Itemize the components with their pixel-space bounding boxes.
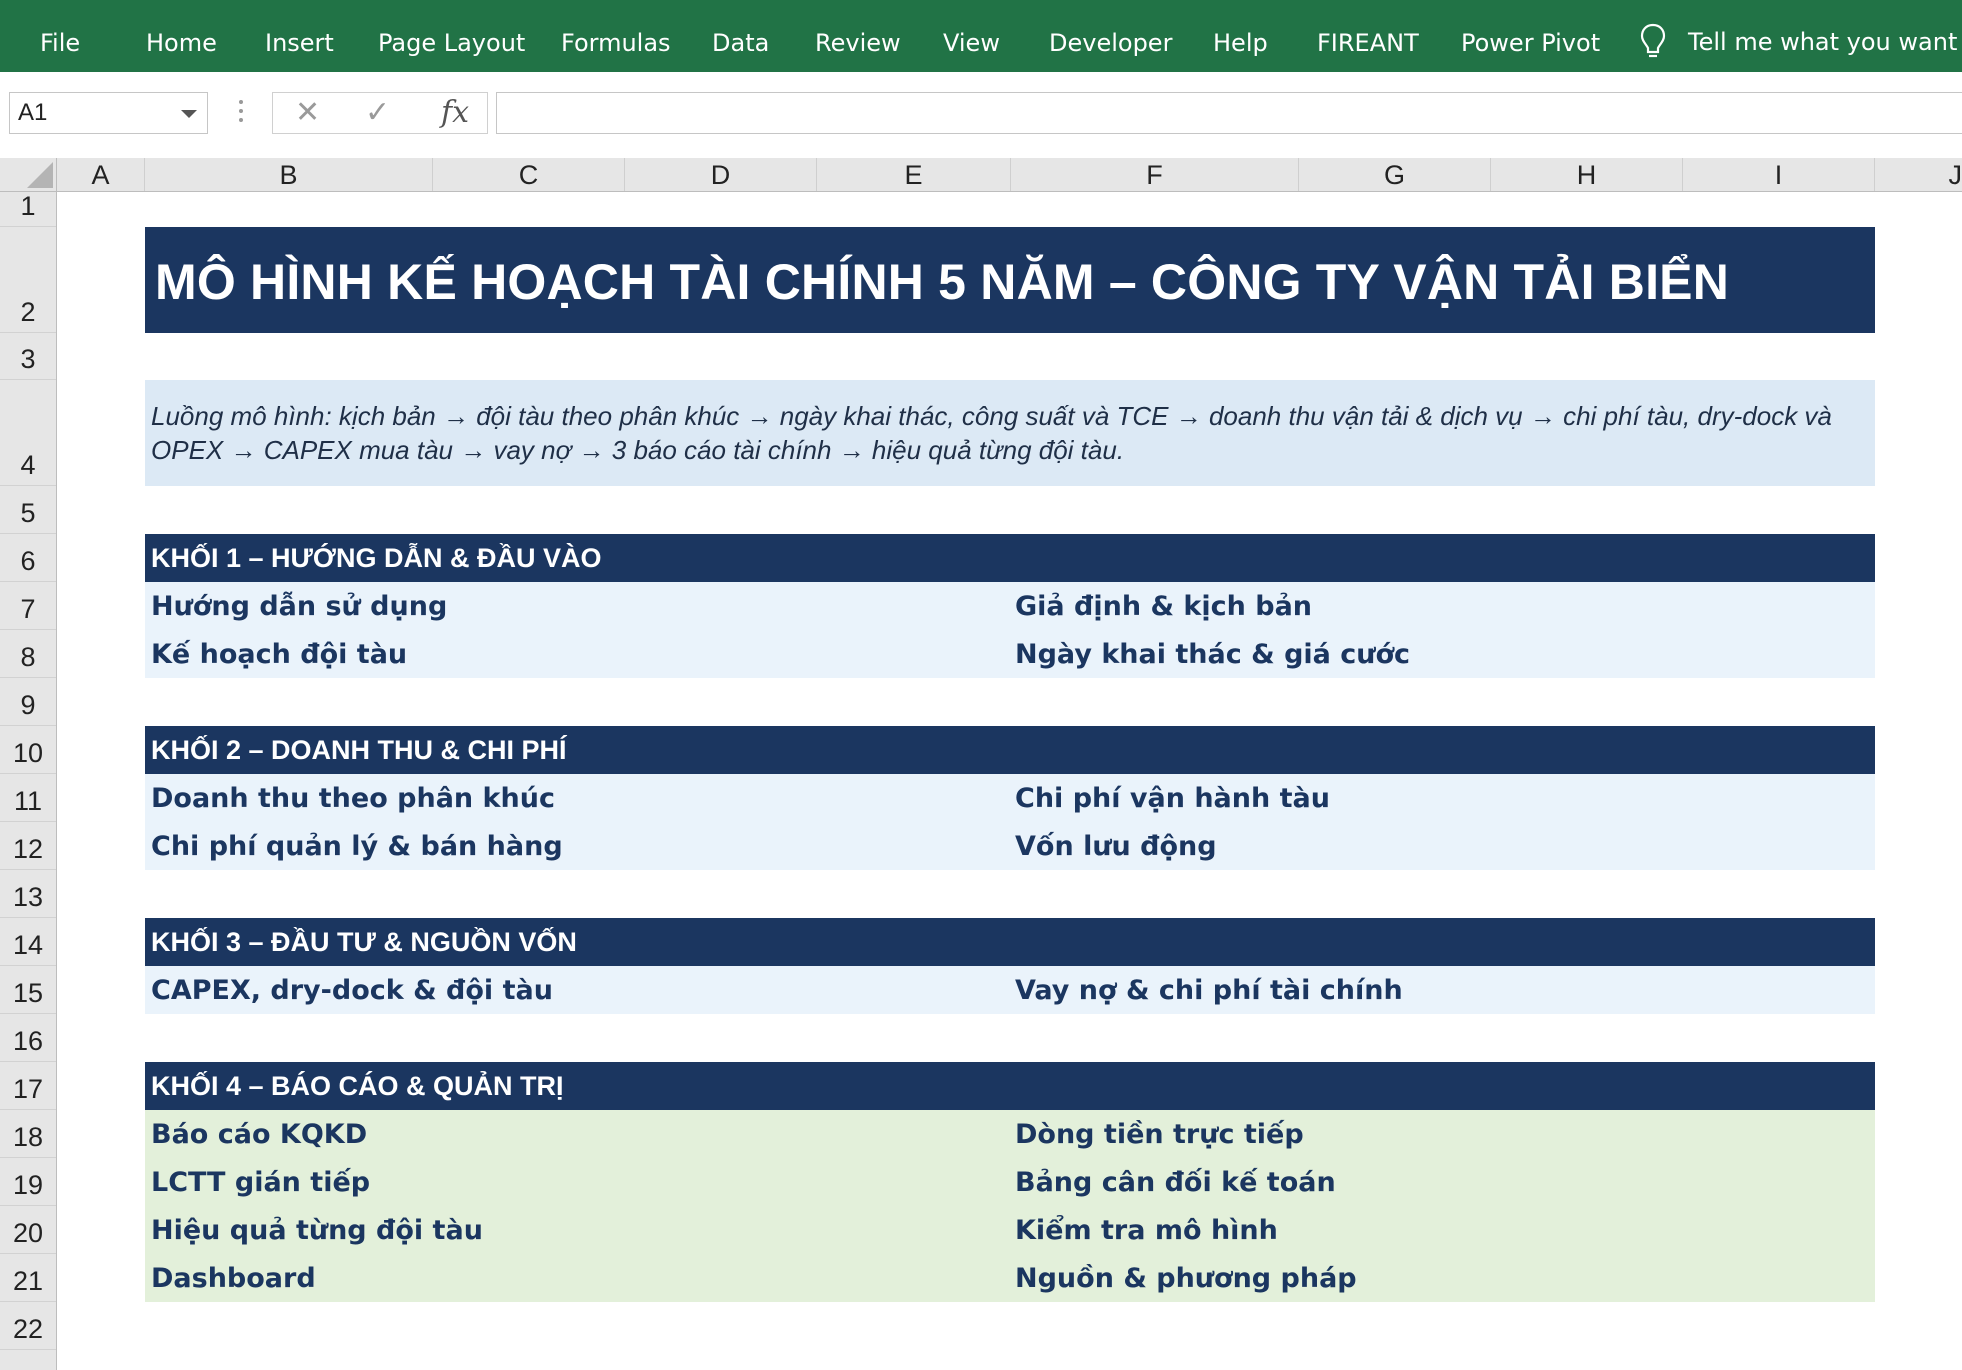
block-4-header[interactable]: KHỐI 4 – BÁO CÁO & QUẢN TRỊ [145,1062,1875,1110]
check-icon[interactable]: ✓ [365,95,390,130]
link-dashboard[interactable]: Dashboard [151,1263,316,1294]
column-header-bar: A B C D E F G H I J [0,158,1962,192]
link-dong-tien-truc-tiep[interactable]: Dòng tiền trực tiếp [1015,1119,1304,1150]
select-all-button[interactable] [0,158,57,191]
name-box-value: A1 [18,99,48,126]
row-header[interactable]: 9 [0,678,56,726]
sheet-title-banner[interactable]: MÔ HÌNH KẾ HOẠCH TÀI CHÍNH 5 NĂM – CÔNG … [145,227,1875,333]
column-header-j[interactable]: J [1875,158,1962,191]
row-header[interactable]: 16 [0,1014,56,1062]
lightbulb-icon [1640,23,1666,58]
drag-handle-icon[interactable] [238,100,244,126]
close-icon[interactable]: ✕ [295,95,320,130]
link-lctt-gian-tiep[interactable]: LCTT gián tiếp [151,1167,370,1198]
row-header[interactable]: 1 [0,191,56,227]
link-doanh-thu-phan-khuc[interactable]: Doanh thu theo phân khúc [151,783,555,814]
link-huong-dan-su-dung[interactable]: Hướng dẫn sử dụng [151,591,447,622]
select-all-icon [27,162,53,188]
column-header-e[interactable]: E [817,158,1011,191]
tab-file[interactable]: File [40,0,80,72]
tell-me-label: Tell me what you want to do [1688,28,1962,56]
row-header[interactable]: 20 [0,1206,56,1254]
row-header-bar: 1 2 3 4 5 6 7 8 9 10 11 12 13 14 15 16 1… [0,191,57,1370]
block-1-header[interactable]: KHỐI 1 – HƯỚNG DẪN & ĐẦU VÀO [145,534,1875,582]
name-box[interactable]: A1 [9,92,208,134]
row-header[interactable]: 14 [0,918,56,966]
formula-input[interactable] [496,92,1962,134]
link-ngay-khai-thac-gia-cuoc[interactable]: Ngày khai thác & giá cước [1015,639,1410,670]
block-2-header[interactable]: KHỐI 2 – DOANH THU & CHI PHÍ [145,726,1875,774]
link-nguon-phuong-phap[interactable]: Nguồn & phương pháp [1015,1263,1357,1294]
link-gia-dinh-kich-ban[interactable]: Giả định & kịch bản [1015,591,1312,622]
description-text: Luồng mô hình: kịch bản → đội tàu theo p… [151,401,1832,465]
block-2-body: Doanh thu theo phân khúc Chi phí vận hàn… [145,774,1875,870]
tab-review[interactable]: Review [815,0,901,72]
row-header[interactable]: 8 [0,630,56,678]
tab-home[interactable]: Home [146,0,217,72]
row-header[interactable]: 13 [0,870,56,918]
column-header-g[interactable]: G [1299,158,1491,191]
link-kiem-tra-mo-hinh[interactable]: Kiểm tra mô hình [1015,1215,1278,1246]
ribbon-tab-bar: File Home Insert Page Layout Formulas Da… [0,0,1962,72]
row-header[interactable]: 22 [0,1302,56,1350]
row-header[interactable]: 10 [0,726,56,774]
tab-data[interactable]: Data [712,0,769,72]
tab-power-pivot[interactable]: Power Pivot [1461,0,1600,72]
link-capex-dry-dock[interactable]: CAPEX, dry-dock & đội tàu [151,975,553,1006]
formula-bar-row: A1 ✕ ✓ fx [0,72,1962,158]
block-title: KHỐI 3 – ĐẦU TƯ & NGUỒN VỐN [151,927,577,957]
tell-me-search[interactable]: Tell me what you want to do [1640,22,1962,62]
block-title: KHỐI 4 – BÁO CÁO & QUẢN TRỊ [151,1071,564,1101]
block-title: KHỐI 1 – HƯỚNG DẪN & ĐẦU VÀO [151,543,602,573]
row-header[interactable]: 12 [0,822,56,870]
row-header[interactable]: 11 [0,774,56,822]
tab-formulas[interactable]: Formulas [561,0,671,72]
column-header-i[interactable]: I [1683,158,1875,191]
formula-buttons: ✕ ✓ fx [272,92,488,134]
row-header[interactable]: 2 [0,227,56,333]
row-header[interactable]: 21 [0,1254,56,1302]
column-header-c[interactable]: C [433,158,625,191]
row-header[interactable]: 19 [0,1158,56,1206]
block-4-body: Báo cáo KQKD Dòng tiền trực tiếp LCTT gi… [145,1110,1875,1302]
column-header-b[interactable]: B [145,158,433,191]
block-3-body: CAPEX, dry-dock & đội tàu Vay nợ & chi p… [145,966,1875,1014]
column-header-a[interactable]: A [57,158,145,191]
column-header-f[interactable]: F [1011,158,1299,191]
row-header[interactable]: 6 [0,534,56,582]
column-header-h[interactable]: H [1491,158,1683,191]
link-von-luu-dong[interactable]: Vốn lưu động [1015,831,1217,862]
tab-developer[interactable]: Developer [1049,0,1172,72]
tab-fireant[interactable]: FIREANT [1317,0,1419,72]
sheet-title: MÔ HÌNH KẾ HOẠCH TÀI CHÍNH 5 NĂM – CÔNG … [155,254,1730,310]
column-header-d[interactable]: D [625,158,817,191]
block-1-body: Hướng dẫn sử dụng Giả định & kịch bản Kế… [145,582,1875,678]
row-header[interactable]: 5 [0,486,56,534]
chevron-down-icon[interactable] [181,110,197,118]
row-header[interactable]: 17 [0,1062,56,1110]
link-ke-hoach-doi-tau[interactable]: Kế hoạch đội tàu [151,639,407,670]
link-hieu-qua-doi-tau[interactable]: Hiệu quả từng đội tàu [151,1215,483,1246]
tab-help[interactable]: Help [1213,0,1268,72]
link-chi-phi-quan-ly-ban-hang[interactable]: Chi phí quản lý & bán hàng [151,831,563,862]
row-header[interactable]: 18 [0,1110,56,1158]
tab-page-layout[interactable]: Page Layout [378,0,525,72]
row-header[interactable]: 4 [0,380,56,486]
link-chi-phi-van-hanh-tau[interactable]: Chi phí vận hành tàu [1015,783,1330,814]
tab-view[interactable]: View [943,0,1000,72]
block-title: KHỐI 2 – DOANH THU & CHI PHÍ [151,735,567,765]
row-header[interactable]: 15 [0,966,56,1014]
tab-insert[interactable]: Insert [265,0,334,72]
link-vay-no-chi-phi-tai-chinh[interactable]: Vay nợ & chi phí tài chính [1015,975,1403,1006]
link-bao-cao-kqkd[interactable]: Báo cáo KQKD [151,1119,367,1150]
block-3-header[interactable]: KHỐI 3 – ĐẦU TƯ & NGUỒN VỐN [145,918,1875,966]
row-header[interactable]: 7 [0,582,56,630]
insert-function-button[interactable]: fx [441,95,469,130]
row-header[interactable]: 3 [0,333,56,380]
link-bang-can-doi-ke-toan[interactable]: Bảng cân đối kế toán [1015,1167,1336,1198]
model-flow-description[interactable]: Luồng mô hình: kịch bản → đội tàu theo p… [145,380,1875,486]
